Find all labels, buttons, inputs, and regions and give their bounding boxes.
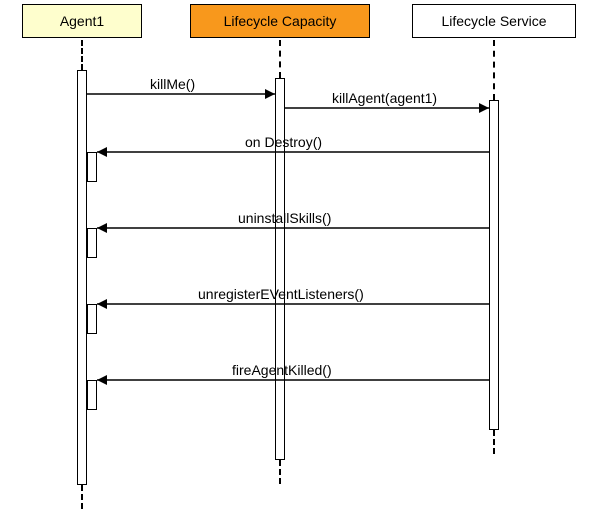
participant-lifecycle-service: Lifecycle Service — [412, 4, 576, 38]
message-fireagentkilled: fireAgentKilled() — [232, 362, 332, 378]
message-killagent: killAgent(agent1) — [332, 90, 437, 106]
sequence-diagram: Agent1 Lifecycle Capacity Lifecycle Serv… — [0, 0, 592, 514]
message-unregister: unregisterEVentListeners() — [198, 286, 364, 302]
activation-agent1-fire — [87, 380, 97, 410]
activation-agent1-unregister — [87, 304, 97, 334]
lifeline-capacity-bottom — [279, 460, 281, 484]
message-uninstallskills: uninstallSkills() — [238, 210, 331, 226]
activation-agent1-main — [77, 70, 87, 485]
lifeline-service-top — [493, 40, 495, 100]
participant-label: Lifecycle Capacity — [224, 13, 337, 29]
message-ondestroy: on Destroy() — [245, 134, 322, 150]
participant-label: Lifecycle Service — [441, 13, 546, 29]
activation-agent1-uninstall — [87, 228, 97, 258]
lifeline-agent1-bottom — [81, 485, 83, 509]
participant-lifecycle-capacity: Lifecycle Capacity — [190, 4, 370, 38]
lifeline-agent1-top — [81, 40, 83, 70]
participant-agent1: Agent1 — [22, 4, 142, 38]
participant-label: Agent1 — [60, 13, 104, 29]
activation-service — [489, 100, 499, 430]
message-killme: killMe() — [150, 76, 195, 92]
lifeline-capacity-top — [279, 40, 281, 78]
activation-agent1-ondestroy — [87, 152, 97, 182]
lifeline-service-bottom — [493, 430, 495, 454]
